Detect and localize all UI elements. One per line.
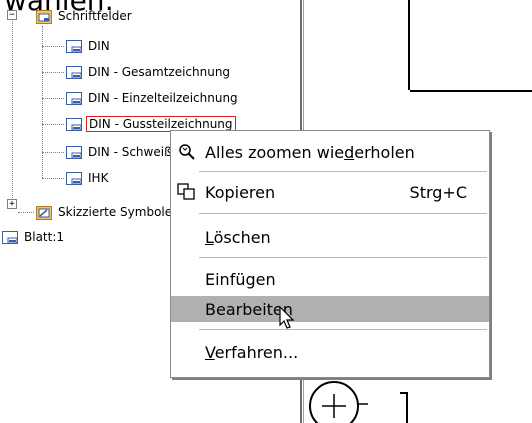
tree-node-din-gesamtzeichnung[interactable]: DIN - Gesamtzeichnung (66, 63, 232, 81)
menu-item-accelerator: L (205, 227, 214, 247)
tree-connector (42, 178, 64, 179)
menu-item-procedure[interactable]: Verfahren... (171, 339, 489, 365)
tree-connector (42, 26, 43, 178)
menu-item-zoom-repeat[interactable]: Alles zoomen wiederholen (171, 139, 489, 165)
drawing-line (408, 0, 410, 90)
menu-item-accelerator: d (344, 142, 355, 162)
menu-item-edit[interactable]: Bearbeiten (171, 296, 489, 322)
tree-connector (18, 212, 34, 213)
title-block-icon (66, 145, 82, 159)
tree-connector (42, 72, 64, 73)
tree-node-skizzierte-symbole[interactable]: Skizzierte Symbole (36, 203, 174, 221)
menu-separator (199, 213, 487, 214)
title-block-icon (66, 171, 82, 185)
menu-item-paste[interactable]: Einfügen (171, 266, 489, 292)
title-block-icon (66, 91, 82, 105)
tree-node-din[interactable]: DIN (66, 37, 112, 55)
menu-separator (199, 329, 487, 330)
tree-node-label: IHK (88, 171, 109, 185)
menu-item-label: Einfügen (205, 269, 276, 289)
menu-item-copy[interactable]: Kopieren Strg+C (171, 179, 489, 205)
menu-item-label: erfahren... (214, 342, 299, 362)
menu-item-shortcut: Strg+C (409, 182, 467, 202)
folder-icon (36, 9, 52, 24)
menu-item-label: öschen (213, 227, 271, 247)
tree-connector (42, 46, 64, 47)
title-block-icon (66, 117, 82, 131)
mouse-cursor-icon (279, 306, 295, 329)
menu-separator (199, 171, 487, 172)
tree-node-din-einzelteilzeichnung[interactable]: DIN - Einzelteilzeichnung (66, 89, 240, 107)
tree-node-label: DIN - Gesamtzeichnung (88, 65, 231, 79)
tree-node-label: Blatt:1 (24, 230, 65, 244)
collapse-toggle[interactable]: − (7, 10, 17, 20)
title-block-icon (66, 39, 82, 53)
menu-item-accelerator: V (205, 342, 215, 362)
tree-node-schriftfelder[interactable]: Schriftfelder (36, 7, 134, 25)
tree-node-label: DIN - Einzelteilzeichnung (88, 91, 238, 105)
tree-node-label: Schriftfelder (58, 9, 132, 23)
menu-item-label: erholen (354, 142, 415, 162)
sheet-icon (2, 230, 18, 244)
context-menu: Alles zoomen wiederholen Kopieren Strg+C… (170, 130, 490, 378)
menu-item-label: Kopieren (205, 182, 276, 202)
expand-toggle[interactable]: + (7, 199, 17, 209)
tree-connector (42, 152, 64, 153)
menu-separator (199, 257, 487, 258)
tree-node-label: DIN (88, 39, 110, 53)
tree-connector (12, 14, 13, 204)
tree-node-blatt[interactable]: Blatt:1 (2, 228, 66, 246)
copy-icon (177, 183, 195, 200)
sketched-symbols-folder-icon (36, 205, 52, 220)
menu-item-delete[interactable]: Löschen (171, 224, 489, 250)
title-block-icon (66, 65, 82, 79)
drawing-line (410, 90, 532, 92)
tree-connector (42, 98, 64, 99)
tree-node-ihk[interactable]: IHK (66, 169, 110, 187)
menu-item-label: Alles zoomen wie (205, 142, 345, 162)
tree-node-label: Skizzierte Symbole (58, 205, 173, 219)
zoom-icon (179, 144, 195, 160)
tree-connector (42, 124, 64, 125)
